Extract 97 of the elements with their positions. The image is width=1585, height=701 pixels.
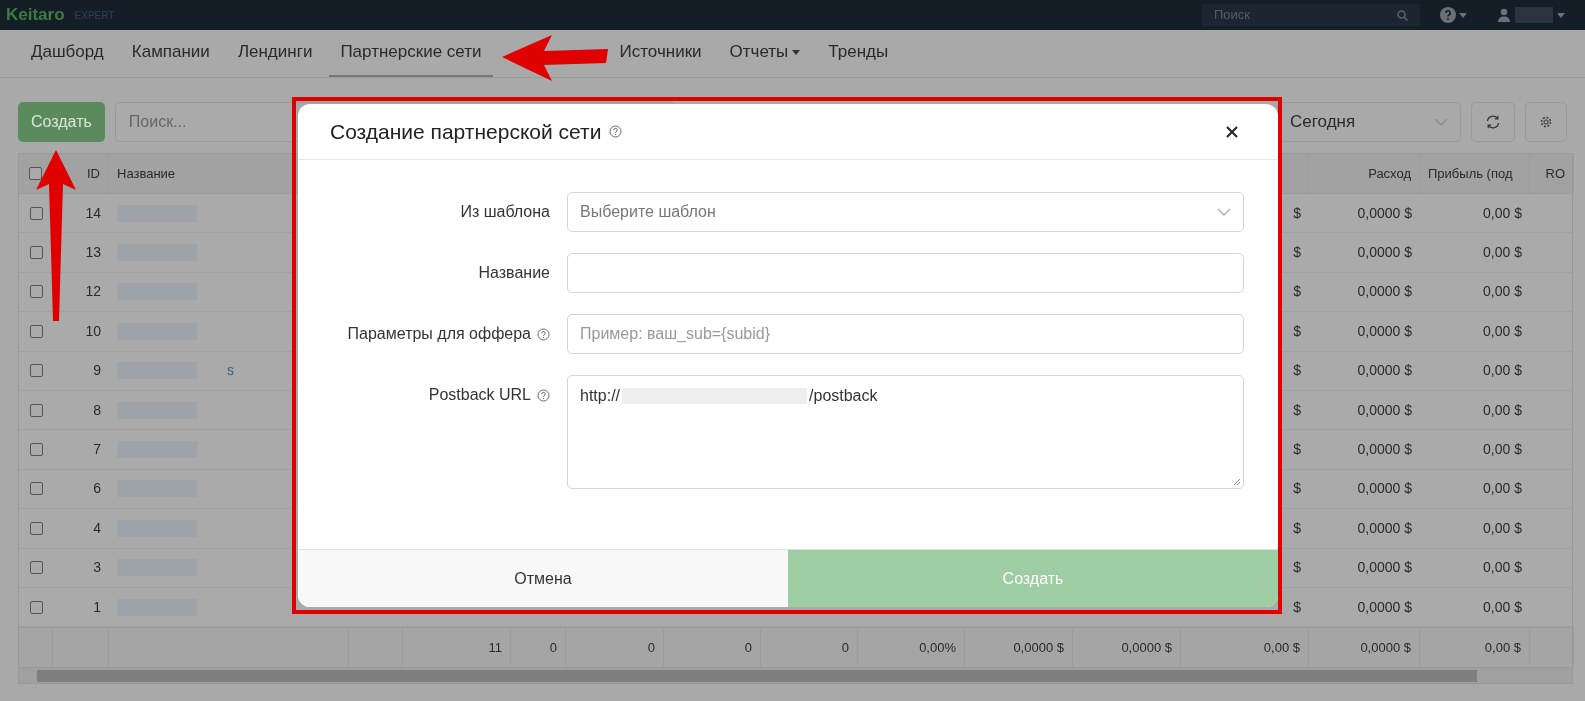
caret-icon bbox=[1557, 12, 1565, 18]
table-cell-text: $ bbox=[1293, 479, 1301, 499]
table-cell-text: $ bbox=[1293, 282, 1301, 302]
table-cell-text: 12 bbox=[84, 282, 102, 302]
create-button[interactable]: Создать bbox=[18, 102, 105, 142]
table-cell-text: 0,00 $ bbox=[1482, 400, 1523, 420]
settings-button[interactable] bbox=[1525, 102, 1567, 142]
resize-handle-icon[interactable] bbox=[1233, 478, 1241, 486]
textarea-field[interactable]: http:// /postback bbox=[567, 375, 1244, 489]
table-cell-text: 7 bbox=[92, 440, 102, 460]
checkbox[interactable] bbox=[29, 206, 43, 220]
table-cell-text: 0,0000 $ bbox=[1356, 518, 1413, 538]
table-cell-text: 8 bbox=[92, 400, 102, 420]
logo: Keitaro bbox=[6, 4, 65, 27]
table-cell-text: 0,00 $ bbox=[1482, 479, 1523, 499]
template-select[interactable]: Выберите шаблон bbox=[567, 192, 1244, 232]
table-cell-text: $ bbox=[1293, 518, 1301, 538]
input-field[interactable]: Пример: ваш_sub={subid} bbox=[567, 314, 1244, 354]
user-icon bbox=[1497, 8, 1511, 22]
table-cell-text: 0,00 $ bbox=[1482, 243, 1523, 263]
table-cell-text: $ bbox=[1293, 203, 1301, 223]
help-icon bbox=[1440, 7, 1456, 23]
column-header[interactable]: Прибыль (под bbox=[1420, 154, 1530, 193]
nav-tab[interactable]: Дашборд bbox=[20, 29, 115, 77]
checkbox[interactable] bbox=[29, 246, 43, 260]
close-icon bbox=[1226, 125, 1238, 138]
nav-tab[interactable]: Кампании bbox=[120, 29, 221, 77]
user-menu-button[interactable] bbox=[1497, 7, 1565, 23]
chevron-icon bbox=[1217, 208, 1231, 216]
table-cell-text: $ bbox=[1293, 361, 1301, 381]
checkbox[interactable] bbox=[29, 285, 43, 299]
chevron-icon bbox=[1434, 118, 1448, 126]
table-cell-text: $ bbox=[1293, 321, 1301, 341]
column-header[interactable]: RO bbox=[1530, 154, 1574, 193]
table-cell-text: 0,0000 $ bbox=[1356, 440, 1413, 460]
help-menu-button[interactable] bbox=[1440, 7, 1467, 23]
table-cell-text: 0,0000 $ bbox=[1356, 597, 1413, 617]
help-icon bbox=[609, 125, 623, 138]
nav-tab[interactable]: Лендинги bbox=[226, 29, 324, 77]
table-cell-text: 4 bbox=[92, 518, 102, 538]
field-label: Из шаблона bbox=[460, 202, 550, 222]
checkbox[interactable] bbox=[29, 561, 43, 575]
redacted-username bbox=[1515, 7, 1553, 23]
checkbox[interactable] bbox=[29, 403, 43, 417]
search-icon bbox=[1397, 9, 1408, 21]
checkbox[interactable] bbox=[29, 324, 43, 338]
table-cell-text: 0,00 $ bbox=[1482, 558, 1523, 578]
table-cell-text: 0,0000 $ bbox=[1356, 243, 1413, 263]
table-cell-text: 13 bbox=[84, 243, 102, 263]
nav-tab[interactable]: Тренды bbox=[817, 29, 900, 77]
table-cell-text: 0,0000 $ bbox=[1356, 479, 1413, 499]
table-cell-text: 6 bbox=[92, 479, 102, 499]
table-cell-text: 3 bbox=[92, 558, 102, 578]
checkbox[interactable] bbox=[29, 167, 42, 180]
cancel-button[interactable]: Отмена bbox=[298, 550, 788, 607]
field-label: Название bbox=[478, 263, 550, 283]
table-cell-text: 0,0000 $ bbox=[1356, 321, 1413, 341]
nav-tab[interactable]: Отчеты bbox=[718, 29, 812, 77]
table-cell-text: $ bbox=[1293, 400, 1301, 420]
field-label: Postback URL bbox=[428, 385, 531, 405]
table-cell-text: 0,00 $ bbox=[1482, 361, 1523, 381]
nav-tab[interactable]: Источники bbox=[608, 29, 713, 77]
table-cell-text: 0,0000 $ bbox=[1356, 282, 1413, 302]
checkbox[interactable] bbox=[29, 521, 43, 535]
checkbox[interactable] bbox=[29, 443, 43, 457]
nav-tab[interactable]: Партнерские сети bbox=[329, 29, 493, 77]
table-cell-text: $ bbox=[1293, 597, 1301, 617]
caret-icon bbox=[1459, 12, 1467, 18]
table-cell-text: 10 bbox=[84, 321, 102, 341]
modal-title: Создание партнерской сети bbox=[330, 118, 602, 145]
table-cell-text: $ bbox=[1293, 558, 1301, 578]
table-cell-text: 0,00 $ bbox=[1482, 321, 1523, 341]
refresh-button[interactable] bbox=[1471, 102, 1515, 142]
table-cell-text: $ bbox=[1293, 243, 1301, 263]
checkbox[interactable] bbox=[29, 482, 43, 496]
table-cell-text: 0,0000 $ bbox=[1356, 400, 1413, 420]
table-cell-text: s bbox=[227, 361, 234, 381]
table-cell-text: $ bbox=[1293, 440, 1301, 460]
table-cell-text: 0,0000 $ bbox=[1356, 361, 1413, 381]
table-cell-text: 0,00 $ bbox=[1482, 203, 1523, 223]
table-cell-text: 0,0000 $ bbox=[1356, 558, 1413, 578]
checkbox[interactable] bbox=[29, 600, 43, 614]
refresh-icon bbox=[1485, 114, 1501, 130]
table-cell-text: 0,00 $ bbox=[1482, 597, 1523, 617]
table-cell-text: 0,00 $ bbox=[1482, 440, 1523, 460]
settings-icon bbox=[1539, 115, 1553, 129]
table-cell-text: 0,00 $ bbox=[1482, 518, 1523, 538]
checkbox[interactable] bbox=[29, 364, 43, 378]
column-header[interactable]: ID bbox=[87, 163, 100, 184]
field-label: Параметры для оффера bbox=[347, 324, 531, 344]
table-cell-text: 9 bbox=[92, 361, 102, 381]
table-cell-text: 14 bbox=[84, 203, 102, 223]
column-header[interactable]: Расход bbox=[1309, 154, 1420, 193]
table-cell-text: 1 bbox=[92, 597, 102, 617]
table-cell-text: 0,00 $ bbox=[1482, 282, 1523, 302]
caret-icon bbox=[792, 49, 801, 55]
table-cell-text: 0,0000 $ bbox=[1356, 203, 1413, 223]
